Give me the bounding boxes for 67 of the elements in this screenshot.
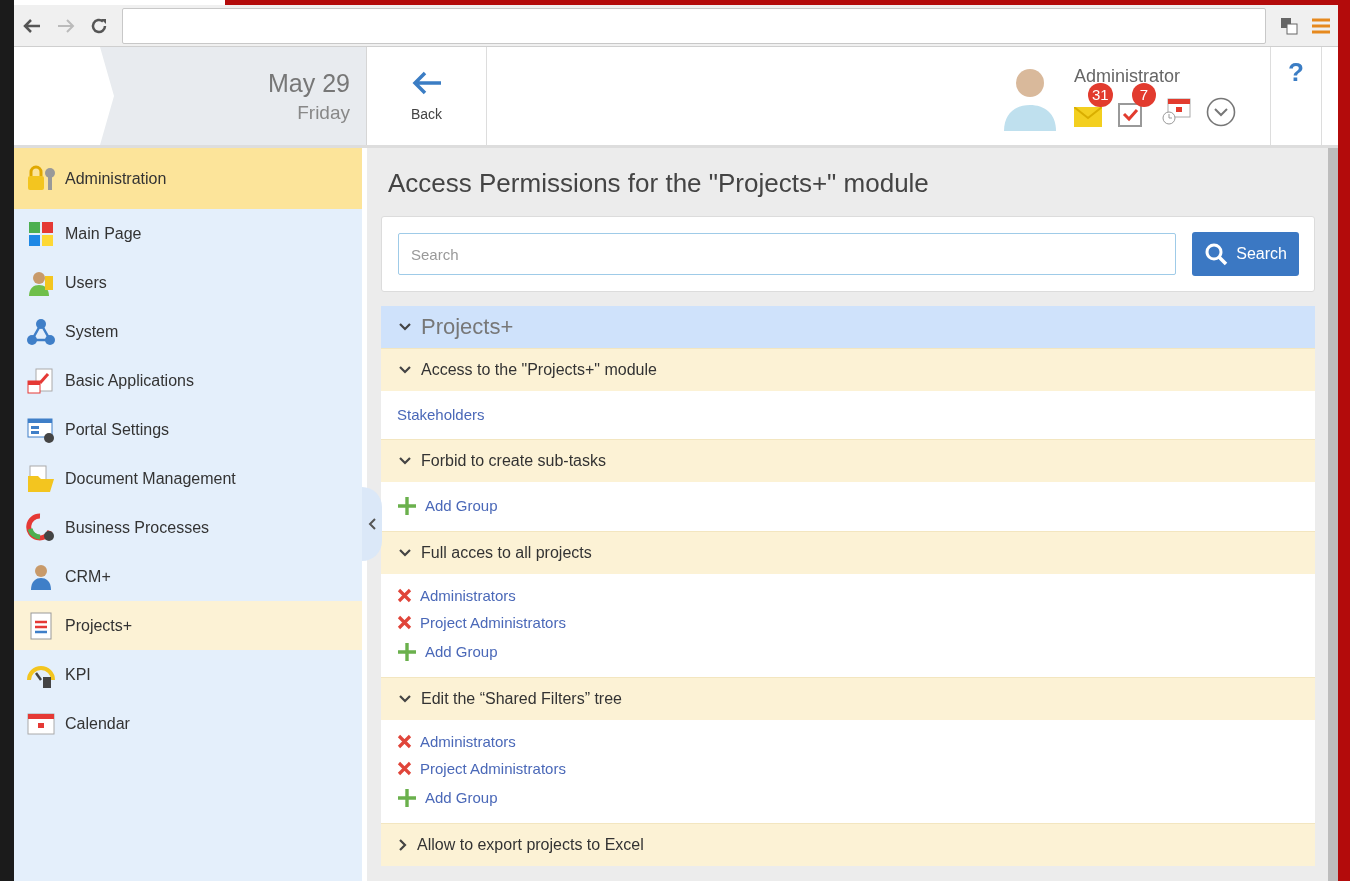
search-icon — [1204, 242, 1229, 266]
search-field[interactable]: Search — [398, 233, 1177, 275]
search-button[interactable]: Search — [1192, 232, 1299, 276]
page-title: Access Permissions for the "Projects+" module — [388, 168, 930, 200]
group-link[interactable]: Project Administrators — [420, 614, 566, 631]
add-plus-icon[interactable] — [397, 641, 417, 662]
chevron-down-icon — [399, 549, 411, 557]
sidebar-item[interactable]: Calendar — [14, 699, 362, 748]
chevron-down-icon — [399, 323, 411, 331]
help-link[interactable]: ? — [1288, 57, 1304, 145]
sidebar-item[interactable]: Main Page — [14, 209, 362, 258]
sidebar-item[interactable]: Portal Settings — [14, 405, 362, 454]
add-group-link[interactable]: Add Group — [425, 643, 498, 660]
chevron-right-icon — [399, 839, 407, 851]
add-plus-icon[interactable] — [397, 495, 417, 516]
ring-gear-icon — [26, 512, 56, 543]
group-link[interactable]: Administrators — [420, 733, 516, 750]
scrollbar[interactable] — [1328, 148, 1338, 881]
sidebar-item[interactable]: KPI — [14, 650, 362, 699]
module-title: Projects+ — [421, 314, 514, 340]
folder-document-icon — [26, 463, 56, 494]
sidebar-item[interactable]: CRM+ — [14, 552, 362, 601]
back-arrow-icon — [410, 70, 443, 96]
dropdown-chevron-icon[interactable] — [1206, 96, 1236, 127]
chevron-down-icon — [399, 695, 411, 703]
sidebar-item[interactable]: Business Processes — [14, 503, 362, 552]
section-title: Edit the “Shared Filters” tree — [421, 690, 622, 708]
group-link[interactable]: Stakeholders — [397, 405, 485, 423]
task-checkbox-icon[interactable] — [1118, 100, 1142, 127]
sidebar-item[interactable]: Administration — [14, 148, 362, 209]
calendar-clock-icon[interactable] — [1162, 96, 1192, 125]
remove-x-icon[interactable] — [397, 761, 412, 776]
clipboard-calendar-icon — [26, 365, 56, 396]
remove-x-icon[interactable] — [397, 734, 412, 749]
section-title: Forbid to create sub-tasks — [421, 452, 606, 470]
section-header[interactable]: Edit the “Shared Filters” tree — [381, 677, 1315, 720]
add-group-link[interactable]: Add Group — [425, 789, 498, 806]
sidebar-item[interactable]: Users — [14, 258, 362, 307]
add-group-link[interactable]: Add Group — [425, 497, 498, 514]
section-title: Access to the "Projects+" module — [421, 361, 657, 379]
group-link[interactable]: Project Administrators — [420, 760, 566, 777]
network-nodes-icon — [26, 316, 56, 347]
section-title: Full acces to all projects — [421, 544, 592, 562]
reload-icon[interactable] — [90, 16, 108, 35]
section-header[interactable]: Allow to export projects to Excel — [381, 823, 1315, 866]
date-text: May 29 — [268, 68, 350, 98]
section-title: Allow to export projects to Excel — [417, 836, 644, 854]
section-header[interactable]: Full acces to all projects — [381, 531, 1315, 574]
chevron-left-icon — [368, 518, 376, 530]
chevron-down-icon — [399, 457, 411, 465]
remove-x-icon[interactable] — [397, 588, 412, 603]
weekday-text: Friday — [297, 101, 350, 124]
task-count-badge: 7 — [1132, 82, 1156, 107]
sidebar-item[interactable]: System — [14, 307, 362, 356]
mail-count-badge: 31 — [1088, 82, 1113, 107]
sidebar-item[interactable]: Basic Applications — [14, 356, 362, 405]
group-link[interactable]: Administrators — [420, 587, 516, 604]
back-arrow-icon[interactable] — [22, 17, 42, 34]
sidebar-item[interactable]: Document Management — [14, 454, 362, 503]
sidebar-item[interactable]: Projects+ — [14, 601, 362, 650]
section-header[interactable]: Forbid to create sub-tasks — [381, 439, 1315, 482]
chevron-down-icon — [399, 366, 411, 374]
translate-icon[interactable] — [1280, 16, 1298, 35]
remove-x-icon[interactable] — [397, 615, 412, 630]
menu-icon[interactable] — [1312, 16, 1330, 35]
section-header[interactable]: Access to the "Projects+" module — [381, 348, 1315, 391]
add-plus-icon[interactable] — [397, 787, 417, 808]
